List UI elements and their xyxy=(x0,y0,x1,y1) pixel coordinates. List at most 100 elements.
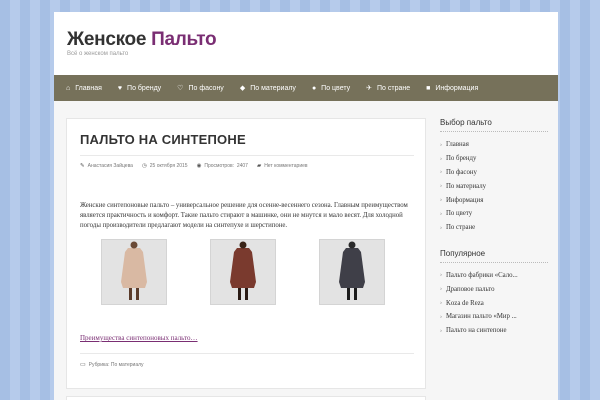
widget-title: Популярное xyxy=(440,249,548,263)
coat-image xyxy=(320,240,384,304)
widget-link[interactable]: › По стране xyxy=(440,221,548,235)
widget-link[interactable]: › По бренду xyxy=(440,152,548,166)
bullet-icon: › xyxy=(440,169,442,176)
widget-link-label: По фасону xyxy=(446,168,477,176)
widget-link-label: Драповое пальто xyxy=(446,285,495,293)
comment-icon: ▰ xyxy=(256,163,262,169)
widget-coat-choice: Выбор пальто › Главная › По бренду › По фас… xyxy=(440,118,548,235)
post-divider xyxy=(80,155,414,156)
post-views-label: Просмотров: xyxy=(204,163,235,169)
heart-icon: ♥ xyxy=(117,84,123,92)
widget-link-label: Koza de Reza xyxy=(446,299,484,307)
main-nav: ⌂ Главная ♥ По бренду ♡ По фасону ◆ По м… xyxy=(54,75,558,101)
widget-link-label: Главная xyxy=(446,141,469,149)
widget-link[interactable]: › Магазин пальто «Мир ... xyxy=(440,310,548,324)
coat-image xyxy=(211,240,275,304)
widget-link[interactable]: › Информация xyxy=(440,193,548,207)
sidebar: Выбор пальто › Главная › По бренду › По фас… xyxy=(440,118,548,352)
nav-item-style[interactable]: ♡ По фасону xyxy=(177,84,224,93)
bullet-icon: › xyxy=(440,300,442,307)
widget-link[interactable]: › Koza de Reza xyxy=(440,296,548,310)
post-date: ◷ 25 октября 2015 xyxy=(142,163,188,169)
widget-popular: Популярное › Пальто фабрики «Сало... › Дра… xyxy=(440,249,548,338)
bullet-icon: › xyxy=(440,327,442,334)
post-category-link[interactable]: По материалу xyxy=(111,362,144,368)
site-title[interactable]: Женское Пальто xyxy=(67,29,217,51)
eye-icon: ◉ xyxy=(196,163,202,169)
nav-item-label: По материалу xyxy=(250,84,296,92)
widget-link[interactable]: › Пальто на синтепоне xyxy=(440,324,548,338)
widget-link[interactable]: › По цвету xyxy=(440,207,548,221)
bullet-icon: › xyxy=(440,210,442,217)
widget-link-label: Информация xyxy=(446,196,484,204)
widget-link-label: По материалу xyxy=(446,182,486,190)
heart-outline-icon: ♡ xyxy=(177,85,184,92)
bullet-icon: › xyxy=(440,141,442,148)
clock-icon: ◷ xyxy=(141,163,147,169)
tag-icon: ◆ xyxy=(239,85,246,92)
nav-item-material[interactable]: ◆ По материалу xyxy=(239,84,296,93)
next-post-article xyxy=(66,396,426,400)
nav-item-info[interactable]: ■ Информация xyxy=(426,85,478,92)
widget-link-label: По цвету xyxy=(446,210,473,218)
coat-photo-beige[interactable] xyxy=(101,239,167,305)
site-header: Женское Пальто Всё о женском пальто xyxy=(54,12,558,75)
nav-item-label: Главная xyxy=(75,84,102,92)
site-title-part1: Женское xyxy=(67,29,147,50)
coat-photo-dark[interactable] xyxy=(319,239,385,305)
page-container: Женское Пальто Всё о женском пальто ⌂ Гл… xyxy=(54,12,558,400)
widget-link[interactable]: › Главная xyxy=(440,138,548,152)
widget-link[interactable]: › Драповое пальто xyxy=(440,282,548,296)
widget-link-label: По стране xyxy=(446,224,476,232)
nav-item-label: По бренду xyxy=(127,84,162,92)
bullet-icon: › xyxy=(440,183,442,190)
bullet-icon: › xyxy=(440,286,442,293)
folder-icon: ▭ xyxy=(80,362,86,368)
post-comments-text: Нет комментариев xyxy=(264,163,308,169)
nav-item-home[interactable]: ⌂ Главная xyxy=(66,85,102,92)
post-date-text: 25 октября 2015 xyxy=(149,163,188,169)
post-divider xyxy=(80,353,414,354)
bullet-icon: › xyxy=(440,197,442,204)
nav-item-brand[interactable]: ♥ По бренду xyxy=(118,85,161,92)
book-icon: ■ xyxy=(426,84,431,92)
nav-item-color[interactable]: ● По цвету xyxy=(312,85,350,92)
coat-shape xyxy=(339,248,365,288)
post-comments[interactable]: ▰ Нет комментариев xyxy=(257,163,308,169)
bullet-icon: › xyxy=(440,272,442,279)
home-icon: ⌂ xyxy=(66,84,71,92)
widget-link[interactable]: › По фасону xyxy=(440,166,548,180)
post-author-name: Анастасия Зайцева xyxy=(87,163,133,169)
bullet-icon: › xyxy=(440,224,442,231)
post-meta: ✎ Анастасия Зайцева ◷ 25 октября 2015 ◉ … xyxy=(80,163,317,169)
drop-icon: ● xyxy=(311,84,317,92)
bullet-icon: › xyxy=(440,313,442,320)
widget-link[interactable]: › Пальто фабрики «Сало... xyxy=(440,269,548,283)
post-views: ◉ Просмотров: 2407 xyxy=(197,163,248,169)
widget-link-label: По бренду xyxy=(446,155,477,163)
coat-photo-brown[interactable] xyxy=(210,239,276,305)
post-article: ПАЛЬТО НА СИНТЕПОНЕ ✎ Анастасия Зайцева … xyxy=(66,118,426,389)
bullet-icon: › xyxy=(440,155,442,162)
post-category: ▭ Рубрика: По материалу xyxy=(80,361,144,369)
widget-link-label: Пальто фабрики «Сало... xyxy=(446,271,518,279)
post-excerpt: Женские синтепоновые пальто – универсаль… xyxy=(80,202,408,229)
post-category-label: Рубрика: xyxy=(88,361,110,368)
read-more-link[interactable]: Преимущества синтепоновых пальто… xyxy=(80,334,198,342)
nav-item-country[interactable]: ✈ По стране xyxy=(366,84,411,93)
nav-item-label: Информация xyxy=(435,84,479,92)
nav-item-label: По цвету xyxy=(321,84,351,92)
site-title-part2: Пальто xyxy=(151,29,217,50)
nav-item-label: По стране xyxy=(377,84,411,92)
coat-shape xyxy=(121,248,147,288)
widget-link-label: Пальто на синтепоне xyxy=(446,327,507,335)
post-author[interactable]: ✎ Анастасия Зайцева xyxy=(80,163,133,169)
widget-title: Выбор пальто xyxy=(440,118,548,132)
widget-link-label: Магазин пальто «Мир ... xyxy=(446,313,517,321)
post-title[interactable]: ПАЛЬТО НА СИНТЕПОНЕ xyxy=(80,132,246,147)
nav-item-label: По фасону xyxy=(188,84,224,92)
widget-link[interactable]: › По материалу xyxy=(440,179,548,193)
post-views-count: 2407 xyxy=(236,163,248,169)
coat-image xyxy=(102,240,166,304)
pen-icon: ✎ xyxy=(80,163,85,169)
